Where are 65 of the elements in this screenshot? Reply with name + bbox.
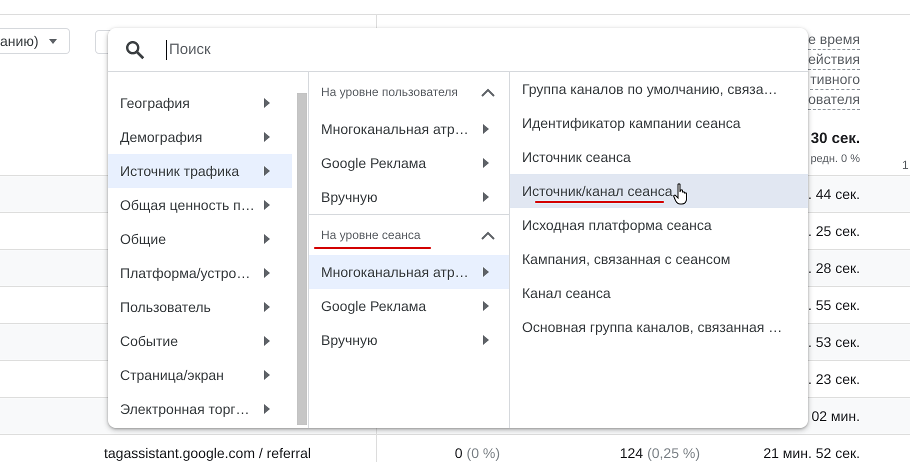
menu-item[interactable]: Многоканальная атр… <box>309 255 509 289</box>
menu-item[interactable]: Демография <box>108 120 292 154</box>
table-cell: (0,25 %) <box>647 445 700 461</box>
caret-icon <box>48 38 56 44</box>
menu-item[interactable]: Вручную <box>309 323 509 357</box>
submenu-arrow-icon <box>264 132 270 142</box>
submenu-arrow-icon <box>483 335 489 345</box>
chevron-up-icon[interactable] <box>481 88 495 96</box>
menu-item[interactable]: Событие <box>108 324 292 358</box>
search-icon <box>124 38 146 60</box>
menu-option[interactable]: Кампания, связанная с сеансом <box>510 242 808 276</box>
submenu-arrow-icon <box>264 336 270 346</box>
menu-item[interactable]: Платформа/устро… <box>108 256 292 290</box>
table-cell: . 28 сек. <box>808 260 860 276</box>
menu-item[interactable]: Электронная торг… <box>108 392 292 426</box>
menu-item[interactable]: Источник трафика <box>108 154 292 188</box>
dropdown[interactable]: анию) <box>0 28 70 54</box>
menu-item[interactable]: География <box>108 86 292 120</box>
table-cell: . 23 сек. <box>808 371 860 387</box>
group-header: На уровне пользователя <box>321 85 458 99</box>
submenu-arrow-icon <box>264 268 270 278</box>
submenu-arrow-icon <box>483 192 489 202</box>
submenu-arrow-icon <box>264 98 270 108</box>
submenu-arrow-icon <box>483 267 489 277</box>
menu-item[interactable]: Google Реклама <box>309 289 509 323</box>
group-header: На уровне сеанса <box>321 228 421 242</box>
submenu-arrow-icon <box>483 158 489 168</box>
submenu-arrow-icon <box>483 301 489 311</box>
menu-item[interactable]: Вручную <box>309 180 509 214</box>
submenu-arrow-icon <box>483 124 489 134</box>
menu-option[interactable]: Группа каналов по умолчанию, связа… <box>510 72 808 106</box>
column-header[interactable]: тивного <box>810 70 860 90</box>
table-cell: 0 <box>454 445 463 461</box>
table-cell: . 44 сек. <box>808 186 860 202</box>
table-cell: 21 мин. 52 сек. <box>763 445 860 461</box>
menu-item[interactable]: Google Реклама <box>309 146 509 180</box>
submenu-arrow-icon <box>264 166 270 176</box>
table-cell: 124 <box>620 445 644 461</box>
table-cell: tagassistant.google.com / referral <box>104 445 311 461</box>
table-cell: . 55 сек. <box>808 297 860 313</box>
scrollbar[interactable] <box>297 93 307 425</box>
submenu-arrow-icon <box>264 200 270 210</box>
chevron-up-icon[interactable] <box>481 230 495 240</box>
menu-item[interactable]: Общая ценность п… <box>108 188 292 222</box>
total-value: 30 сек. <box>810 130 860 147</box>
menu-option[interactable]: Источник/канал сеанса <box>510 174 808 208</box>
table-cell: . 53 сек. <box>808 334 860 350</box>
menu-option[interactable]: Идентификатор кампании сеанса <box>510 106 808 140</box>
menu-item[interactable]: Пользователь <box>108 290 292 324</box>
total-note: редн. 0 % <box>810 153 860 165</box>
submenu-arrow-icon <box>264 404 270 414</box>
menu-option[interactable]: Основная группа каналов, связанная … <box>510 310 808 344</box>
table-cell: (0 %) <box>466 445 500 461</box>
submenu-arrow-icon <box>264 302 270 312</box>
menu-item[interactable]: Страница/экран <box>108 358 292 392</box>
table-cell: . 25 сек. <box>808 223 860 239</box>
table-cell: 02 мин. <box>811 408 860 424</box>
total-value: 1 <box>902 158 909 172</box>
menu-option[interactable]: Канал сеанса <box>510 276 808 310</box>
menu-item[interactable]: Многоканальная атр… <box>309 112 509 146</box>
submenu-arrow-icon <box>264 370 270 380</box>
menu-item[interactable]: Общие <box>108 222 292 256</box>
menu-option[interactable]: Исходная платформа сеанса <box>510 208 808 242</box>
menu-option[interactable]: Источник сеанса <box>510 140 808 174</box>
submenu-arrow-icon <box>264 234 270 244</box>
